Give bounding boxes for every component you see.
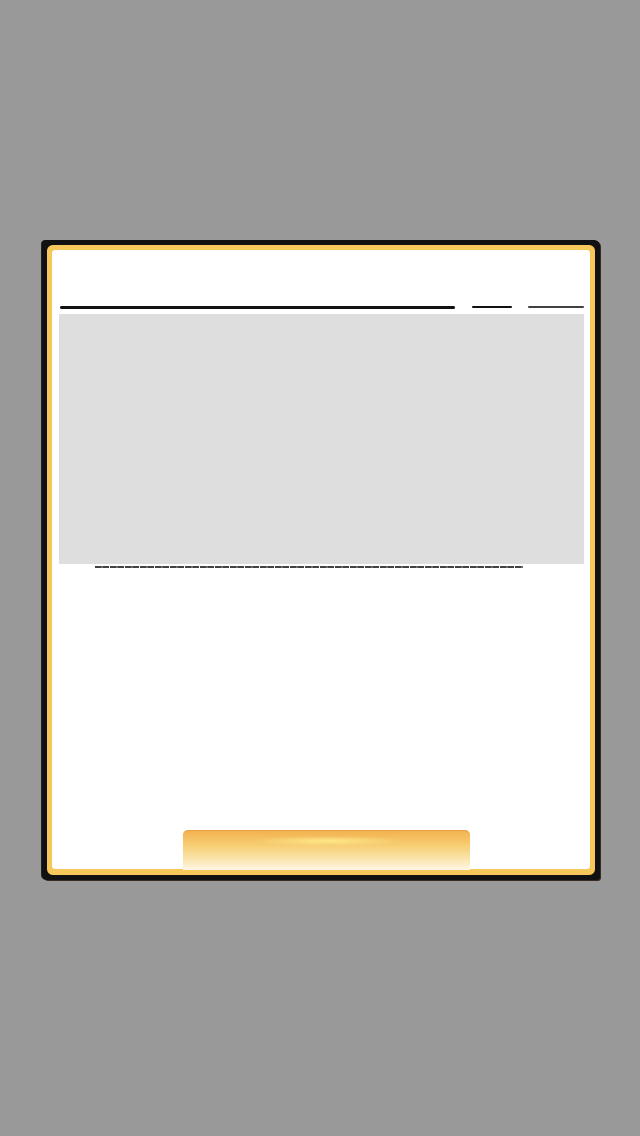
screen-backdrop [0, 0, 640, 1136]
top-divider [60, 306, 584, 310]
action-button[interactable] [183, 830, 470, 870]
bottom-divider [95, 566, 523, 568]
content-area [59, 314, 584, 564]
button-shine [253, 836, 403, 846]
dialog-message [70, 580, 570, 810]
dialog-title [60, 258, 584, 302]
